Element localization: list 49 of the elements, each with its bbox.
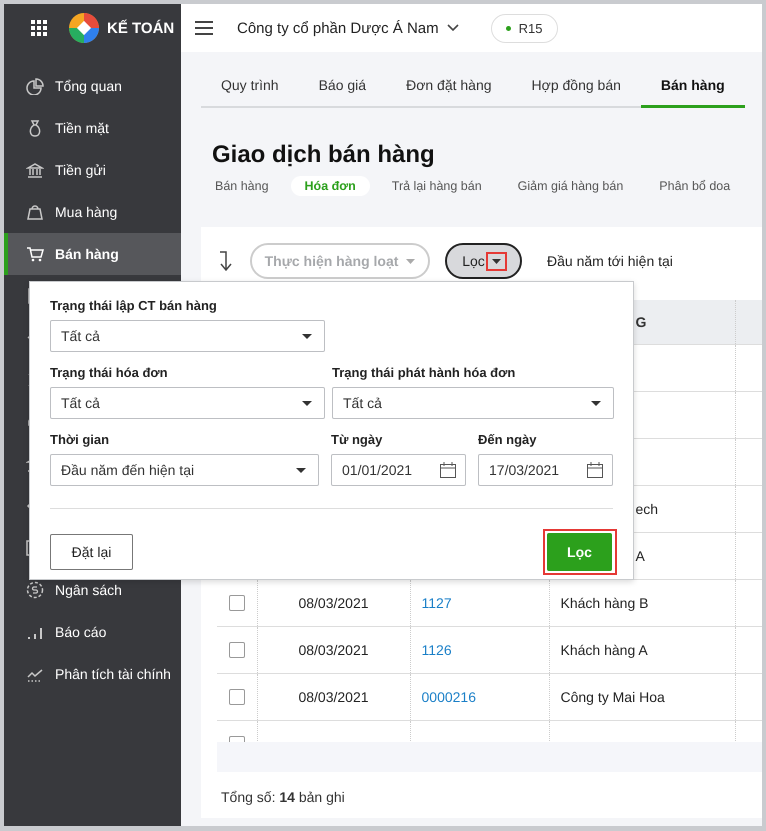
sidebar-item[interactable]: Báo cáo — [4, 611, 181, 653]
field-label: Trạng thái lập CT bán hàng — [50, 298, 218, 313]
field-label: Trạng thái phát hành hóa đơn — [332, 365, 516, 380]
field-label: Thời gian — [50, 432, 110, 447]
app-logo-text: KẾ TOÁN — [107, 20, 174, 36]
sidebar-item[interactable]: Bán hàng — [4, 233, 181, 275]
reset-button[interactable]: Đặt lại — [50, 534, 133, 570]
customer-cell: Công ty Mai Hoa — [560, 689, 665, 705]
sidebar-item[interactable]: Tổng quan — [4, 65, 181, 107]
date-field[interactable]: 17/03/2021 — [478, 454, 613, 486]
sub-tab[interactable]: Phân bổ doa — [645, 176, 744, 196]
field-label: Trạng thái hóa đơn — [50, 365, 169, 380]
filter-button[interactable]: Lọc — [445, 243, 522, 279]
select-field[interactable]: Tất cả — [332, 387, 614, 419]
date-field[interactable]: 01/01/2021 — [331, 454, 466, 486]
date-cell: 08/03/2021 — [298, 689, 369, 705]
sidebar-item[interactable]: Phân tích tài chính — [4, 653, 181, 695]
column-header: G — [636, 314, 646, 330]
invoice-number-link[interactable]: 1127 — [422, 595, 452, 611]
sub-tab[interactable]: Bán hàng — [201, 176, 283, 196]
field-label: Đến ngày — [478, 432, 538, 447]
customer-cell: A — [636, 548, 645, 564]
page-title: Giao dịch bán hàng — [212, 141, 436, 169]
nav-tab[interactable]: Quy trình — [201, 77, 299, 108]
version-badge: R15 — [490, 14, 558, 42]
date-cell: 08/03/2021 — [298, 642, 369, 658]
sidebar-item[interactable]: Tiền gửi — [4, 149, 181, 191]
select-field[interactable]: Tất cả — [50, 320, 325, 352]
date-cell: 08/03/2021 — [298, 595, 369, 611]
customer-cell: Khách hàng B — [560, 595, 648, 611]
nav-tab[interactable]: Đơn đặt hàng — [386, 77, 512, 108]
nav-tab[interactable]: Hợp đồng bán — [512, 77, 641, 108]
company-name[interactable]: Công ty cổ phần Dược Á Nam — [237, 20, 439, 36]
select-field[interactable]: Tất cả — [50, 387, 325, 419]
field-label: Từ ngày — [331, 432, 384, 447]
nav-tab[interactable]: Bán hàng — [640, 77, 745, 108]
customer-cell: Khách hàng A — [560, 642, 648, 658]
invoice-number-link[interactable]: 1126 — [422, 642, 452, 658]
select-field[interactable]: Đầu năm đến hiện tại — [50, 454, 319, 486]
sub-tab[interactable]: Giảm giá hàng bán — [504, 176, 638, 196]
sidebar-item[interactable]: Mua hàng — [4, 191, 181, 233]
sub-tab[interactable]: Trả lại hàng bán — [378, 176, 496, 196]
invoice-number-link[interactable]: 0000216 — [422, 689, 476, 705]
nav-tab[interactable]: Báo giá — [298, 77, 386, 108]
sidebar-item[interactable]: Tiền mặt — [4, 107, 181, 149]
record-count: Tổng số: 14 bản ghi — [221, 789, 346, 805]
customer-cell: ech — [636, 501, 658, 517]
sidebar-item[interactable]: Ngân sách — [4, 569, 181, 611]
period-label[interactable]: Đầu năm tới hiện tại — [547, 253, 673, 269]
